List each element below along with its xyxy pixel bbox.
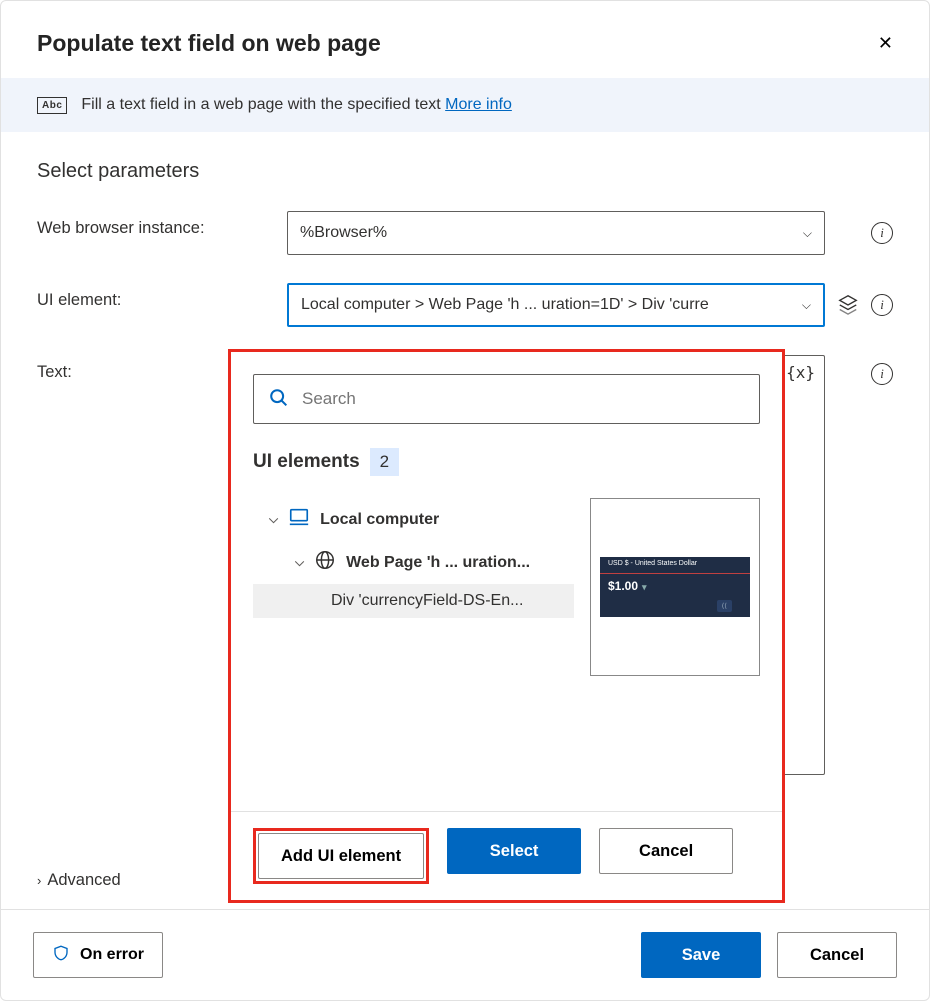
computer-icon — [288, 506, 310, 533]
dialog-container: Populate text field on web page ✕ Abc Fi… — [0, 0, 930, 1001]
uielement-dropdown-value: Local computer > Web Page 'h ... uration… — [301, 296, 709, 314]
preview-line1: USD $ - United States Dollar — [608, 560, 697, 567]
param-row-uielement: UI element: Local computer > Web Page 'h… — [37, 283, 893, 327]
tree-item-label: Web Page 'h ... uration... — [346, 554, 530, 572]
dialog-header: Populate text field on web page ✕ — [1, 1, 929, 78]
tree-item-label: Local computer — [320, 511, 439, 529]
chevron-down-icon: ⌵ — [803, 226, 812, 241]
element-preview: USD $ - United States Dollar $1.00 ⟨⟨ — [590, 498, 760, 676]
cancel-button[interactable]: Cancel — [777, 932, 897, 978]
tree-item-local-computer[interactable]: ⌵ Local computer — [253, 498, 574, 541]
dialog-title: Populate text field on web page — [37, 30, 381, 57]
uielement-label: UI element: — [37, 283, 267, 310]
on-error-button[interactable]: On error — [33, 932, 163, 978]
close-button[interactable]: ✕ — [870, 25, 901, 62]
banner-description: Fill a text field in a web page with the… — [81, 96, 445, 113]
ui-elements-heading: UI elements 2 — [253, 448, 760, 476]
info-icon[interactable]: i — [871, 222, 893, 244]
tree-item-div-currency[interactable]: Div 'currencyField-DS-En... — [253, 584, 574, 618]
preview-tag: ⟨⟨ — [717, 600, 732, 612]
layers-icon[interactable] — [837, 293, 859, 318]
add-ui-element-button[interactable]: Add UI element — [258, 833, 424, 879]
info-icon[interactable]: i — [871, 294, 893, 316]
close-icon: ✕ — [878, 33, 893, 53]
on-error-label: On error — [80, 946, 144, 964]
dialog-footer: On error Save Cancel — [1, 909, 929, 1000]
ui-elements-count: 2 — [370, 448, 399, 476]
search-icon — [268, 387, 290, 412]
ui-elements-tree: ⌵ Local computer ⌵ Web Page 'h ... urati… — [253, 498, 574, 618]
more-info-link[interactable]: More info — [445, 96, 512, 113]
chevron-down-icon: ⌵ — [269, 512, 278, 527]
preview-line2: $1.00 — [608, 579, 647, 593]
param-row-browser: Web browser instance: %Browser% ⌵ i — [37, 211, 893, 255]
insert-variable-button[interactable]: {x} — [786, 363, 815, 382]
ui-elements-heading-text: UI elements — [253, 451, 360, 473]
search-input[interactable] — [302, 389, 745, 409]
save-button[interactable]: Save — [641, 932, 761, 978]
text-field-icon: Abc — [37, 97, 67, 114]
browser-dropdown-value: %Browser% — [300, 224, 387, 242]
popup-footer: Add UI element Select Cancel — [231, 811, 782, 900]
info-icon[interactable]: i — [871, 363, 893, 385]
advanced-toggle[interactable]: › Advanced — [37, 871, 121, 890]
chevron-down-icon: ⌵ — [802, 298, 811, 313]
banner-text: Fill a text field in a web page with the… — [81, 96, 511, 114]
tree-item-label: Div 'currencyField-DS-En... — [331, 592, 523, 610]
select-button[interactable]: Select — [447, 828, 581, 874]
globe-icon — [314, 549, 336, 576]
tree-item-web-page[interactable]: ⌵ Web Page 'h ... uration... — [253, 541, 574, 584]
popup-cancel-button[interactable]: Cancel — [599, 828, 733, 874]
browser-label: Web browser instance: — [37, 211, 267, 238]
section-heading: Select parameters — [37, 160, 893, 183]
highlight-box: Add UI element — [253, 828, 429, 884]
chevron-right-icon: › — [37, 873, 41, 888]
ui-elements-popup: UI elements 2 ⌵ Local computer ⌵ — [228, 349, 785, 903]
search-box[interactable] — [253, 374, 760, 424]
advanced-label: Advanced — [47, 871, 120, 890]
browser-dropdown[interactable]: %Browser% ⌵ — [287, 211, 825, 255]
shield-icon — [52, 944, 70, 967]
chevron-down-icon: ⌵ — [295, 555, 304, 570]
info-banner: Abc Fill a text field in a web page with… — [1, 78, 929, 132]
uielement-dropdown[interactable]: Local computer > Web Page 'h ... uration… — [287, 283, 825, 327]
